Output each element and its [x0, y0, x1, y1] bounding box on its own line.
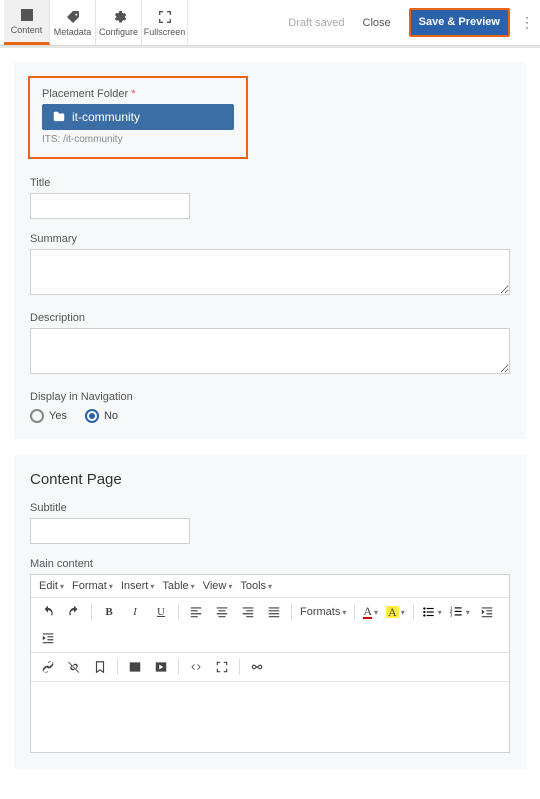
folder-name: it-community	[72, 110, 140, 124]
fullscreen-icon	[157, 9, 173, 25]
content-page-panel: Content Page Subtitle Main content Edit▾…	[14, 455, 526, 769]
subtitle-input[interactable]	[30, 518, 190, 544]
italic-button[interactable]: I	[126, 603, 144, 621]
description-label: Description	[30, 312, 510, 324]
main-content-label: Main content	[30, 558, 510, 570]
bullet-list-button[interactable]: ▾	[422, 605, 442, 619]
placement-folder-path: ITS: /it-community	[42, 134, 234, 145]
rte-menu-tools[interactable]: Tools▾	[240, 580, 272, 592]
link-icon[interactable]	[39, 658, 57, 676]
tab-fullscreen[interactable]: Fullscreen	[142, 0, 188, 45]
align-justify-icon[interactable]	[265, 603, 283, 621]
tag-icon	[65, 9, 81, 25]
tab-label: Content	[11, 25, 43, 35]
summary-textarea[interactable]	[30, 249, 510, 295]
display-nav-label: Display in Navigation	[30, 391, 510, 403]
tab-label: Configure	[99, 27, 138, 37]
bookmark-icon[interactable]	[91, 658, 109, 676]
placement-folder-label: Placement Folder *	[42, 88, 234, 100]
summary-row: Summary	[30, 233, 510, 298]
rte-menu-view[interactable]: View▾	[203, 580, 233, 592]
fullscreen-editor-icon[interactable]	[213, 658, 231, 676]
placement-folder-block: Placement Folder * it-community ITS: /it…	[28, 76, 248, 159]
title-input[interactable]	[30, 193, 190, 219]
content-page-heading: Content Page	[30, 471, 510, 488]
radio-icon	[85, 409, 99, 423]
rte-content-area[interactable]	[31, 682, 509, 752]
rte-toolbar-2	[31, 653, 509, 682]
content-icon	[19, 7, 35, 23]
top-toolbar: Content Metadata Configure Fullscreen Dr…	[0, 0, 540, 46]
rte-toolbar-1: B I U Formats▾ A▾ A▾ ▾ 123▾	[31, 598, 509, 653]
main-content-row: Main content Edit▾ Format▾ Insert▾ Table…	[30, 558, 510, 753]
required-mark: *	[131, 88, 135, 100]
code-icon[interactable]	[187, 658, 205, 676]
svg-text:3: 3	[450, 613, 453, 618]
radio-icon	[30, 409, 44, 423]
subtitle-row: Subtitle	[30, 502, 510, 544]
unlink-icon[interactable]	[65, 658, 83, 676]
undo-icon[interactable]	[39, 603, 57, 621]
bold-button[interactable]: B	[100, 603, 118, 621]
rte-menu-insert[interactable]: Insert▾	[121, 580, 155, 592]
align-center-icon[interactable]	[213, 603, 231, 621]
title-label: Title	[30, 177, 510, 189]
folder-icon	[52, 110, 66, 124]
tab-configure[interactable]: Configure	[96, 0, 142, 45]
display-nav-no[interactable]: No	[85, 409, 118, 423]
align-left-icon[interactable]	[187, 603, 205, 621]
gear-icon	[111, 9, 127, 25]
display-nav-row: Display in Navigation Yes No	[30, 391, 510, 423]
tab-label: Fullscreen	[144, 27, 186, 37]
image-icon[interactable]	[126, 658, 144, 676]
rte-menu-edit[interactable]: Edit▾	[39, 580, 64, 592]
rich-text-editor: Edit▾ Format▾ Insert▾ Table▾ View▾ Tools…	[30, 574, 510, 753]
rte-menu-format[interactable]: Format▾	[72, 580, 113, 592]
infinity-icon[interactable]	[248, 658, 266, 676]
tab-metadata[interactable]: Metadata	[50, 0, 96, 45]
more-menu-button[interactable]: ⋮	[520, 14, 534, 31]
subtitle-label: Subtitle	[30, 502, 510, 514]
underline-button[interactable]: U	[152, 603, 170, 621]
text-color-button[interactable]: A▾	[363, 605, 378, 619]
indent-icon[interactable]	[39, 629, 57, 647]
tab-label: Metadata	[54, 27, 92, 37]
top-actions: Draft saved Close Save & Preview ⋮	[288, 0, 540, 45]
number-list-button[interactable]: 123▾	[450, 605, 470, 619]
media-icon[interactable]	[152, 658, 170, 676]
description-row: Description	[30, 312, 510, 377]
tab-content[interactable]: Content	[4, 0, 50, 45]
draft-saved-status: Draft saved	[288, 17, 344, 29]
title-row: Title	[30, 177, 510, 219]
save-preview-button[interactable]: Save & Preview	[409, 8, 510, 37]
rte-menu-table[interactable]: Table▾	[162, 580, 194, 592]
formats-dropdown[interactable]: Formats▾	[300, 606, 346, 618]
highlight-color-button[interactable]: A▾	[386, 606, 405, 618]
rte-menubar: Edit▾ Format▾ Insert▾ Table▾ View▾ Tools…	[31, 575, 509, 598]
align-right-icon[interactable]	[239, 603, 257, 621]
placement-folder-chip[interactable]: it-community	[42, 104, 234, 130]
summary-label: Summary	[30, 233, 510, 245]
display-nav-yes[interactable]: Yes	[30, 409, 67, 423]
description-textarea[interactable]	[30, 328, 510, 374]
close-button[interactable]: Close	[355, 11, 399, 35]
basic-fields-panel: Placement Folder * it-community ITS: /it…	[14, 62, 526, 439]
redo-icon[interactable]	[65, 603, 83, 621]
outdent-icon[interactable]	[478, 603, 496, 621]
